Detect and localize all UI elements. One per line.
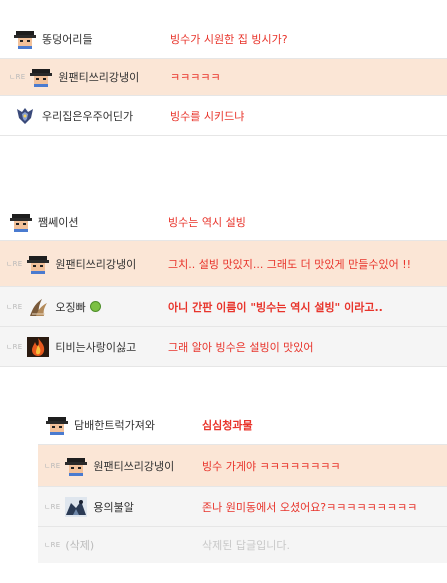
deleted-comment-text: 삭제된 답글입니다.	[202, 539, 290, 552]
comment-row: 담배한트럭가져와 심심청과물	[38, 405, 447, 445]
comment-nickname[interactable]: 오징빠	[55, 299, 85, 315]
pixel-character-avatar-icon[interactable]	[65, 456, 87, 476]
reply-row: ㄴRE 오징빠 아니 간판 이름이 "빙수는 역시 설빙" 이라고..	[0, 287, 447, 327]
reply-row: ㄴRE 원팬티쓰리강냉이 빙수 가게야 ㅋㅋㅋㅋㅋㅋㅋㅋ	[38, 445, 447, 487]
reply-row: ㄴRE 원팬티쓰리강냉이 ㅋㅋㅋㅋㅋ	[0, 59, 447, 96]
comment-text: 빙수가 시원한 집 빙시가?	[170, 32, 288, 46]
comment-text: 존나 원미동에서 오셨어요?ㅋㅋㅋㅋㅋㅋㅋㅋㅋ	[202, 500, 418, 514]
pixel-character-avatar-icon[interactable]	[27, 254, 49, 274]
fire-avatar-icon[interactable]	[27, 336, 50, 357]
comment-text: 그치.. 설빙 맛있지... 그래도 더 맛있게 만들수있어 !!	[168, 257, 412, 271]
comment-nickname[interactable]: 담배한트럭가져와	[74, 417, 155, 433]
comment-text: 빙수 가게야 ㅋㅋㅋㅋㅋㅋㅋㅋ	[202, 459, 341, 473]
comment-nickname[interactable]: 티비는사랑이싫고	[55, 339, 136, 355]
reply-marker: ㄴRE	[6, 259, 23, 268]
claw-avatar-icon[interactable]	[27, 297, 49, 317]
comment-row: 똥덩어리들 빙수가 시원한 집 빙시가?	[0, 19, 447, 59]
comment-text: 심심청과물	[202, 418, 253, 432]
comment-row: 우리집은우주어딘가 빙수를 시키드냐	[0, 96, 447, 136]
reply-marker: ㄴRE	[44, 461, 61, 470]
comment-nickname[interactable]: 용의불알	[93, 499, 133, 515]
comment-text: 그래 알아 빙수은 설빙이 맛있어	[168, 340, 314, 354]
dragon-rider-avatar-icon[interactable]	[65, 496, 88, 517]
comment-nickname[interactable]: 원팬티쓰리강냉이	[93, 458, 174, 474]
comment-nickname[interactable]: 우리집은우주어딘가	[42, 108, 133, 124]
comment-nickname: (삭제)	[65, 539, 95, 552]
reply-row: ㄴRE 티비는사랑이싫고 그래 알아 빙수은 설빙이 맛있어	[0, 327, 447, 367]
comment-nickname[interactable]: 원팬티쓰리강냉이	[58, 69, 139, 85]
comment-text: 아니 간판 이름이 "빙수는 역시 설빙" 이라고..	[168, 300, 383, 314]
comment-text: ㅋㅋㅋㅋㅋ	[170, 71, 221, 84]
pixel-character-avatar-icon[interactable]	[30, 67, 52, 87]
reply-marker: ㄴRE	[9, 73, 26, 81]
reply-row: ㄴRE 용의불알 존나 원미동에서 오셨어요?ㅋㅋㅋㅋㅋㅋㅋㅋㅋ	[38, 487, 447, 527]
reply-marker: ㄴRE	[6, 302, 23, 311]
comment-nickname[interactable]: 똥덩어리들	[42, 31, 93, 47]
armored-warrior-avatar-icon[interactable]	[14, 106, 36, 126]
online-status-icon	[89, 301, 101, 312]
comment-row: 쨈쎄이션 빙수는 역시 설빙	[0, 203, 447, 241]
reply-marker: ㄴRE	[6, 342, 23, 351]
comment-nickname[interactable]: 쨈쎄이션	[38, 214, 78, 230]
pixel-character-avatar-icon[interactable]	[14, 29, 36, 49]
pixel-character-avatar-icon[interactable]	[10, 212, 32, 232]
deleted-reply-row: ㄴRE (삭제) 삭제된 답글입니다.	[38, 527, 447, 563]
reply-marker: ㄴRE	[44, 502, 61, 511]
comment-text: 빙수는 역시 설빙	[168, 215, 246, 229]
reply-row: ㄴRE 원팬티쓰리강냉이 그치.. 설빙 맛있지... 그래도 더 맛있게 만들…	[0, 241, 447, 287]
pixel-character-avatar-icon[interactable]	[46, 415, 68, 435]
comment-text: 빙수를 시키드냐	[170, 109, 245, 123]
comment-nickname[interactable]: 원팬티쓰리강냉이	[55, 256, 136, 272]
reply-marker: ㄴRE	[44, 541, 61, 549]
